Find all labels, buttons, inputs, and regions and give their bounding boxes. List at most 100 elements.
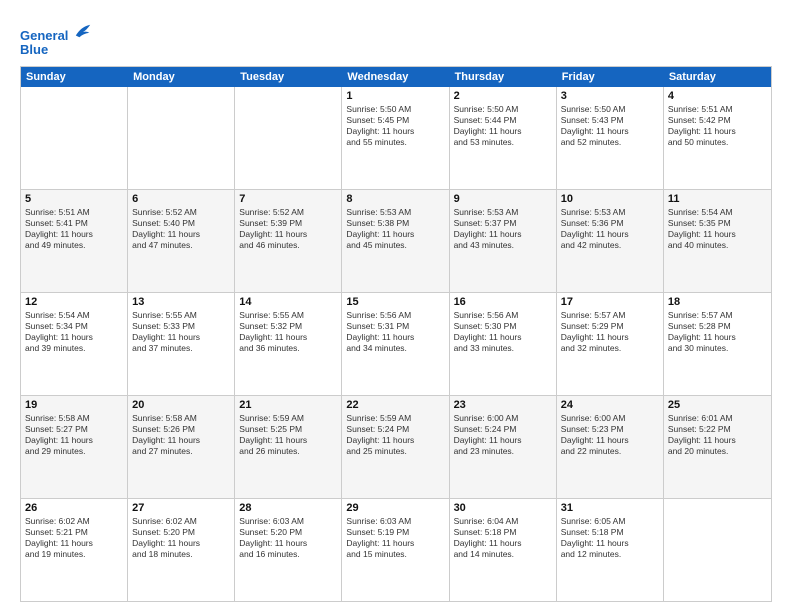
calendar-cell: 13 Sunrise: 5:55 AM Sunset: 5:33 PM Dayli… bbox=[128, 293, 235, 395]
day-number: 19 bbox=[25, 399, 123, 411]
day-info: Sunrise: 5:57 AM Sunset: 5:29 PM Dayligh… bbox=[561, 310, 659, 354]
day-number: 17 bbox=[561, 296, 659, 308]
calendar-cell: 27 Sunrise: 6:02 AM Sunset: 5:20 PM Dayli… bbox=[128, 499, 235, 601]
day-info: Sunrise: 5:58 AM Sunset: 5:26 PM Dayligh… bbox=[132, 413, 230, 457]
calendar-cell: 29 Sunrise: 6:03 AM Sunset: 5:19 PM Dayli… bbox=[342, 499, 449, 601]
day-number: 31 bbox=[561, 502, 659, 514]
calendar-cell: 9 Sunrise: 5:53 AM Sunset: 5:37 PM Daylig… bbox=[450, 190, 557, 292]
calendar-cell: 17 Sunrise: 5:57 AM Sunset: 5:29 PM Dayli… bbox=[557, 293, 664, 395]
day-info: Sunrise: 5:52 AM Sunset: 5:39 PM Dayligh… bbox=[239, 207, 337, 251]
day-number: 21 bbox=[239, 399, 337, 411]
calendar-cell: 6 Sunrise: 5:52 AM Sunset: 5:40 PM Daylig… bbox=[128, 190, 235, 292]
calendar-cell: 24 Sunrise: 6:00 AM Sunset: 5:23 PM Dayli… bbox=[557, 396, 664, 498]
day-number: 15 bbox=[346, 296, 444, 308]
day-number: 9 bbox=[454, 193, 552, 205]
day-info: Sunrise: 5:50 AM Sunset: 5:44 PM Dayligh… bbox=[454, 104, 552, 148]
day-number: 10 bbox=[561, 193, 659, 205]
calendar-cell: 8 Sunrise: 5:53 AM Sunset: 5:38 PM Daylig… bbox=[342, 190, 449, 292]
calendar-cell: 12 Sunrise: 5:54 AM Sunset: 5:34 PM Dayli… bbox=[21, 293, 128, 395]
day-info: Sunrise: 5:57 AM Sunset: 5:28 PM Dayligh… bbox=[668, 310, 767, 354]
calendar-cell: 21 Sunrise: 5:59 AM Sunset: 5:25 PM Dayli… bbox=[235, 396, 342, 498]
calendar-cell: 11 Sunrise: 5:54 AM Sunset: 5:35 PM Dayli… bbox=[664, 190, 771, 292]
calendar-cell: 1 Sunrise: 5:50 AM Sunset: 5:45 PM Daylig… bbox=[342, 87, 449, 189]
day-info: Sunrise: 5:55 AM Sunset: 5:33 PM Dayligh… bbox=[132, 310, 230, 354]
weekday-header-thursday: Thursday bbox=[450, 67, 557, 87]
calendar-cell: 3Sunrise: 5:50 AM Sunset: 5:43 PM Daylig… bbox=[557, 87, 664, 189]
calendar-cell: 14Sunrise: 5:55 AM Sunset: 5:32 PM Dayli… bbox=[235, 293, 342, 395]
day-info: Sunrise: 6:03 AM Sunset: 5:19 PM Dayligh… bbox=[346, 516, 444, 560]
day-info: Sunrise: 6:00 AM Sunset: 5:23 PM Dayligh… bbox=[561, 413, 659, 457]
day-number: 18 bbox=[668, 296, 767, 308]
day-number: 12 bbox=[25, 296, 123, 308]
calendar-cell: 5Sunrise: 5:51 AM Sunset: 5:41 PM Daylig… bbox=[21, 190, 128, 292]
calendar-row-1: 5Sunrise: 5:51 AM Sunset: 5:41 PM Daylig… bbox=[21, 190, 771, 293]
day-number: 28 bbox=[239, 502, 337, 514]
day-number: 29 bbox=[346, 502, 444, 514]
day-info: Sunrise: 6:02 AM Sunset: 5:21 PM Dayligh… bbox=[25, 516, 123, 560]
day-info: Sunrise: 5:50 AM Sunset: 5:43 PM Dayligh… bbox=[561, 104, 659, 148]
day-number: 25 bbox=[668, 399, 767, 411]
day-info: Sunrise: 5:50 AM Sunset: 5:45 PM Dayligh… bbox=[346, 104, 444, 148]
day-info: Sunrise: 5:59 AM Sunset: 5:24 PM Dayligh… bbox=[346, 413, 444, 457]
calendar-cell: 2Sunrise: 5:50 AM Sunset: 5:44 PM Daylig… bbox=[450, 87, 557, 189]
day-info: Sunrise: 5:53 AM Sunset: 5:37 PM Dayligh… bbox=[454, 207, 552, 251]
header: General Blue bbox=[20, 18, 772, 58]
day-number: 14 bbox=[239, 296, 337, 308]
day-number: 1 bbox=[346, 90, 444, 102]
day-number: 20 bbox=[132, 399, 230, 411]
calendar-cell: 26Sunrise: 6:02 AM Sunset: 5:21 PM Dayli… bbox=[21, 499, 128, 601]
day-number: 13 bbox=[132, 296, 230, 308]
day-number: 7 bbox=[239, 193, 337, 205]
day-info: Sunrise: 5:59 AM Sunset: 5:25 PM Dayligh… bbox=[239, 413, 337, 457]
calendar-row-3: 19Sunrise: 5:58 AM Sunset: 5:27 PM Dayli… bbox=[21, 396, 771, 499]
calendar-page: General Blue SundayMondayTuesdayWednesda… bbox=[0, 0, 792, 612]
logo-bird-icon bbox=[74, 22, 92, 40]
calendar-row-0: 1 Sunrise: 5:50 AM Sunset: 5:45 PM Daylig… bbox=[21, 87, 771, 190]
calendar-cell bbox=[664, 499, 771, 601]
logo-blue: Blue bbox=[20, 42, 48, 57]
calendar-cell: 25 Sunrise: 6:01 AM Sunset: 5:22 PM Dayli… bbox=[664, 396, 771, 498]
day-number: 6 bbox=[132, 193, 230, 205]
day-number: 22 bbox=[346, 399, 444, 411]
day-info: Sunrise: 5:51 AM Sunset: 5:41 PM Dayligh… bbox=[25, 207, 123, 251]
day-info: Sunrise: 5:54 AM Sunset: 5:35 PM Dayligh… bbox=[668, 207, 767, 251]
day-info: Sunrise: 6:02 AM Sunset: 5:20 PM Dayligh… bbox=[132, 516, 230, 560]
calendar-cell bbox=[128, 87, 235, 189]
day-info: Sunrise: 6:00 AM Sunset: 5:24 PM Dayligh… bbox=[454, 413, 552, 457]
logo-general: General bbox=[20, 28, 68, 43]
day-info: Sunrise: 5:54 AM Sunset: 5:34 PM Dayligh… bbox=[25, 310, 123, 354]
day-number: 23 bbox=[454, 399, 552, 411]
calendar-cell: 22 Sunrise: 5:59 AM Sunset: 5:24 PM Dayli… bbox=[342, 396, 449, 498]
calendar-cell: 10 Sunrise: 5:53 AM Sunset: 5:36 PM Dayli… bbox=[557, 190, 664, 292]
day-info: Sunrise: 6:03 AM Sunset: 5:20 PM Dayligh… bbox=[239, 516, 337, 560]
calendar-cell: 18 Sunrise: 5:57 AM Sunset: 5:28 PM Dayli… bbox=[664, 293, 771, 395]
weekday-header-friday: Friday bbox=[557, 67, 664, 87]
calendar-cell: 30Sunrise: 6:04 AM Sunset: 5:18 PM Dayli… bbox=[450, 499, 557, 601]
calendar-cell: 28 Sunrise: 6:03 AM Sunset: 5:20 PM Dayli… bbox=[235, 499, 342, 601]
logo: General Blue bbox=[20, 22, 92, 58]
day-number: 11 bbox=[668, 193, 767, 205]
day-number: 27 bbox=[132, 502, 230, 514]
calendar-cell: 20 Sunrise: 5:58 AM Sunset: 5:26 PM Dayli… bbox=[128, 396, 235, 498]
calendar-row-4: 26Sunrise: 6:02 AM Sunset: 5:21 PM Dayli… bbox=[21, 499, 771, 601]
day-info: Sunrise: 5:51 AM Sunset: 5:42 PM Dayligh… bbox=[668, 104, 767, 148]
calendar-body: 1 Sunrise: 5:50 AM Sunset: 5:45 PM Daylig… bbox=[21, 87, 771, 601]
day-number: 24 bbox=[561, 399, 659, 411]
day-info: Sunrise: 5:56 AM Sunset: 5:31 PM Dayligh… bbox=[346, 310, 444, 354]
calendar-cell: 16 Sunrise: 5:56 AM Sunset: 5:30 PM Dayli… bbox=[450, 293, 557, 395]
calendar-cell: 7 Sunrise: 5:52 AM Sunset: 5:39 PM Daylig… bbox=[235, 190, 342, 292]
calendar: SundayMondayTuesdayWednesdayThursdayFrid… bbox=[20, 66, 772, 602]
calendar-row-2: 12 Sunrise: 5:54 AM Sunset: 5:34 PM Dayli… bbox=[21, 293, 771, 396]
day-number: 30 bbox=[454, 502, 552, 514]
calendar-cell bbox=[21, 87, 128, 189]
day-info: Sunrise: 5:56 AM Sunset: 5:30 PM Dayligh… bbox=[454, 310, 552, 354]
day-info: Sunrise: 6:05 AM Sunset: 5:18 PM Dayligh… bbox=[561, 516, 659, 560]
day-number: 8 bbox=[346, 193, 444, 205]
weekday-header-monday: Monday bbox=[128, 67, 235, 87]
day-number: 16 bbox=[454, 296, 552, 308]
calendar-cell: 4Sunrise: 5:51 AM Sunset: 5:42 PM Daylig… bbox=[664, 87, 771, 189]
day-info: Sunrise: 5:52 AM Sunset: 5:40 PM Dayligh… bbox=[132, 207, 230, 251]
day-info: Sunrise: 5:53 AM Sunset: 5:36 PM Dayligh… bbox=[561, 207, 659, 251]
day-info: Sunrise: 6:01 AM Sunset: 5:22 PM Dayligh… bbox=[668, 413, 767, 457]
day-info: Sunrise: 5:53 AM Sunset: 5:38 PM Dayligh… bbox=[346, 207, 444, 251]
